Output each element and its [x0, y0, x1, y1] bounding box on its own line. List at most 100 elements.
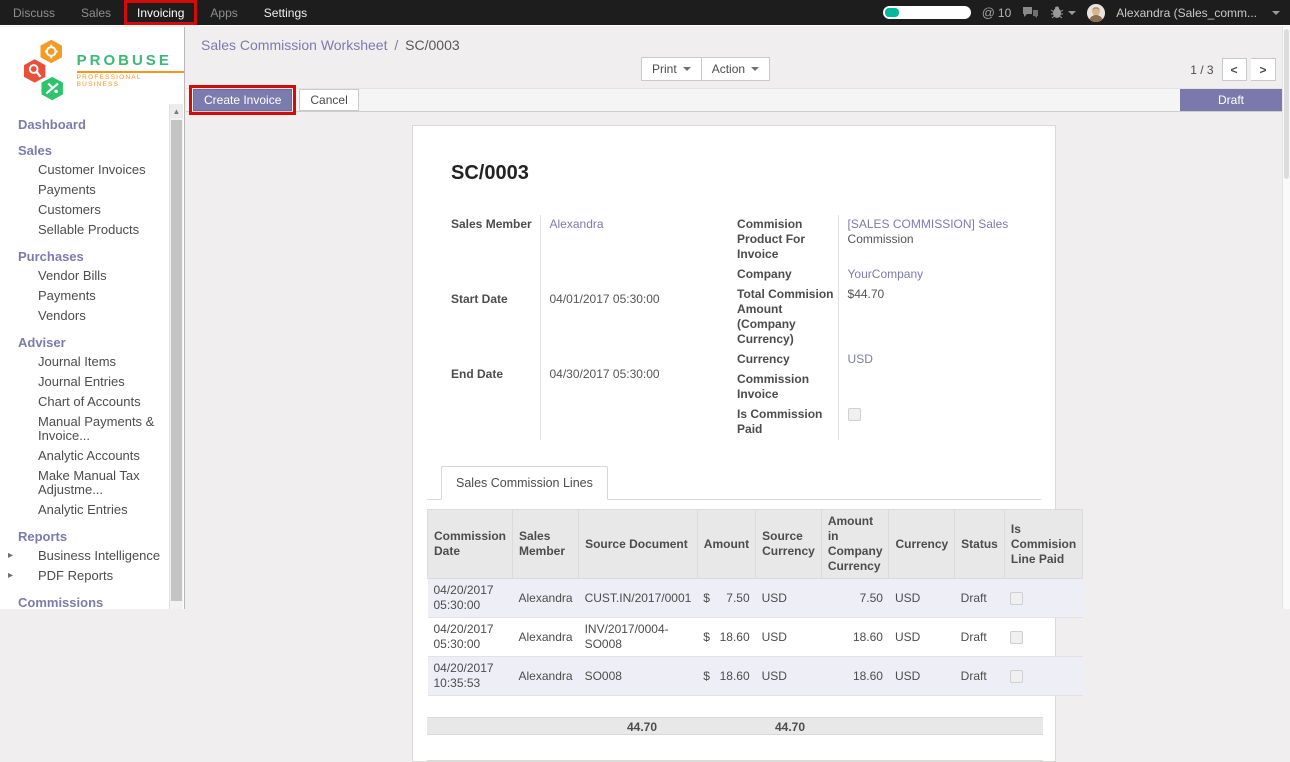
sidebar-section-sales[interactable]: Sales [0, 141, 184, 160]
breadcrumb-separator: / [391, 37, 401, 53]
sidebar-section-purchases[interactable]: Purchases [0, 247, 184, 266]
table-header-row: Commission Date Sales Member Source Docu… [428, 510, 1083, 579]
pager-counter: 1 / 3 [1190, 63, 1213, 77]
logo-rule [77, 71, 184, 73]
field-value-commission-product-rest: Commission [848, 232, 914, 246]
menu-sales[interactable]: Sales [68, 0, 124, 25]
field-groups: Sales Member Alexandra Start Date 04/01/… [451, 215, 1041, 440]
col-amount-company-currency[interactable]: Amount in Company Currency [821, 510, 889, 579]
logo-subtitle: PROFESSIONAL BUSINESS [77, 74, 184, 88]
systray: @ 10 Alexandra (Sales_com [883, 0, 1290, 25]
col-sales-member[interactable]: Sales Member [513, 510, 579, 579]
table-row[interactable]: 04/20/2017 05:30:00 Alexandra INV/2017/0… [428, 618, 1083, 657]
pager-next-button[interactable]: > [1251, 58, 1276, 81]
col-source-document[interactable]: Source Document [579, 510, 698, 579]
sidebar-item-chart-of-accounts[interactable]: Chart of Accounts [0, 392, 184, 412]
sidebar-item-business-intelligence[interactable]: Business Intelligence [0, 546, 184, 566]
planner-progress-fill [885, 8, 899, 17]
field-value-start-date[interactable]: 04/01/2017 05:30:00 [540, 290, 737, 365]
col-source-currency[interactable]: Source Currency [756, 510, 822, 579]
action-chevron-down-icon [751, 67, 759, 71]
create-invoice-button[interactable]: Create Invoice [193, 89, 292, 111]
status-badge-draft[interactable]: Draft [1180, 89, 1282, 111]
sidebar-item-journal-entries[interactable]: Journal Entries [0, 372, 184, 392]
col-amount[interactable]: Amount [697, 510, 755, 579]
line-paid-checkbox[interactable] [1010, 631, 1023, 644]
table-row[interactable]: 04/20/2017 10:35:53 Alexandra SO008 $18.… [428, 657, 1083, 696]
field-group-right: Commision Product For Invoice [SALES COM… [737, 215, 1041, 440]
field-value-sales-member[interactable]: Alexandra [550, 217, 604, 231]
table-totals-row: 44.70 44.70 [427, 717, 1043, 735]
mention-counter[interactable]: @ 10 [982, 5, 1012, 20]
sidebar-item-analytic-accounts[interactable]: Analytic Accounts [0, 446, 184, 466]
field-label-commission-invoice: Commission Invoice [737, 370, 838, 405]
tab-sales-commission-lines[interactable]: Sales Commission Lines [441, 466, 608, 500]
total-amount: 44.70 [579, 720, 657, 734]
field-label-commission-product: Commision Product For Invoice [737, 215, 838, 265]
sidebar-item-purchase-payments[interactable]: Payments [0, 286, 184, 306]
sidebar-item-analytic-entries[interactable]: Analytic Entries [0, 500, 184, 520]
col-status[interactable]: Status [955, 510, 1005, 579]
sidebar-section-commissions[interactable]: Commissions [0, 593, 184, 609]
field-label-start-date: Start Date [451, 290, 540, 365]
menu-settings[interactable]: Settings [251, 0, 320, 25]
sidebar-item-customer-invoices[interactable]: Customer Invoices [0, 160, 184, 180]
sidebar-item-journal-items[interactable]: Journal Items [0, 352, 184, 372]
line-paid-checkbox[interactable] [1010, 592, 1023, 605]
at-icon: @ [982, 5, 995, 20]
mention-count: 10 [998, 6, 1011, 20]
breadcrumb-parent-link[interactable]: Sales Commission Worksheet [201, 37, 387, 53]
form-statusbar: Create Invoice Cancel Draft [186, 88, 1282, 112]
line-paid-checkbox[interactable] [1010, 670, 1023, 683]
cancel-button[interactable]: Cancel [299, 89, 358, 111]
field-value-company[interactable]: YourCompany [848, 267, 924, 281]
col-currency[interactable]: Currency [889, 510, 955, 579]
is-commission-paid-checkbox[interactable] [848, 408, 861, 421]
field-label-company: Company [737, 265, 838, 285]
content-scrollbar-thumb[interactable] [1284, 29, 1289, 179]
sidebar-item-dashboard[interactable]: Dashboard [0, 115, 184, 134]
user-chevron-down-icon [1272, 11, 1280, 15]
logo-title: PROBUSE [77, 52, 184, 69]
field-value-commission-invoice[interactable] [838, 370, 1041, 405]
sidebar-item-payments[interactable]: Payments [0, 180, 184, 200]
sidebar-section-reports[interactable]: Reports [0, 527, 184, 546]
sidebar-scrollbar[interactable]: ▲ [169, 104, 183, 609]
col-is-commission-line-paid[interactable]: Is Commision Line Paid [1004, 510, 1082, 579]
action-button[interactable]: Action [702, 57, 770, 81]
menu-discuss[interactable]: Discuss [0, 0, 68, 25]
sidebar: PROBUSE PROFESSIONAL BUSINESS Dashboard … [0, 27, 185, 609]
field-value-commission-product[interactable]: [SALES COMMISSION] Sales [848, 217, 1009, 231]
messages-icon[interactable] [1022, 6, 1039, 20]
company-logo[interactable]: PROBUSE PROFESSIONAL BUSINESS [0, 27, 184, 109]
field-group-left: Sales Member Alexandra Start Date 04/01/… [451, 215, 737, 440]
sidebar-item-vendors[interactable]: Vendors [0, 306, 184, 326]
user-menu[interactable]: Alexandra (Sales_comm... [1116, 6, 1257, 20]
pager-previous-button[interactable]: < [1222, 58, 1247, 81]
col-commission-date[interactable]: Commission Date [428, 510, 513, 579]
menu-apps[interactable]: Apps [197, 0, 250, 25]
sidebar-menu: Dashboard Sales Customer Invoices Paymen… [0, 109, 184, 609]
field-value-end-date[interactable]: 04/30/2017 05:30:00 [540, 365, 737, 440]
content-scrollbar[interactable] [1282, 27, 1290, 609]
sidebar-item-manual-payments-invoice[interactable]: Manual Payments & Invoice... [0, 412, 184, 446]
sidebar-section-adviser[interactable]: Adviser [0, 333, 184, 352]
field-value-currency[interactable]: USD [848, 352, 873, 366]
avatar[interactable] [1087, 4, 1105, 22]
print-button[interactable]: Print [641, 57, 702, 81]
control-panel: Print Action 1 / 3 < > [186, 55, 1290, 88]
sidebar-item-pdf-reports[interactable]: PDF Reports [0, 566, 184, 586]
chevron-down-icon [1068, 11, 1076, 15]
table-row[interactable]: 04/20/2017 05:30:00 Alexandra CUST.IN/20… [428, 579, 1083, 618]
sidebar-item-customers[interactable]: Customers [0, 200, 184, 220]
field-label-currency: Currency [737, 350, 838, 370]
debug-bug-icon[interactable] [1050, 6, 1076, 19]
planner-progress-bar[interactable] [883, 6, 971, 19]
sidebar-item-make-manual-tax-adjustment[interactable]: Make Manual Tax Adjustme... [0, 466, 184, 500]
sidebar-item-vendor-bills[interactable]: Vendor Bills [0, 266, 184, 286]
menu-invoicing[interactable]: Invoicing [124, 0, 197, 25]
probuse-logo-hexagons [22, 37, 73, 103]
sidebar-item-sellable-products[interactable]: Sellable Products [0, 220, 184, 240]
sidebar-scrollbar-thumb[interactable] [171, 120, 182, 601]
scroll-up-icon[interactable]: ▲ [170, 104, 183, 118]
